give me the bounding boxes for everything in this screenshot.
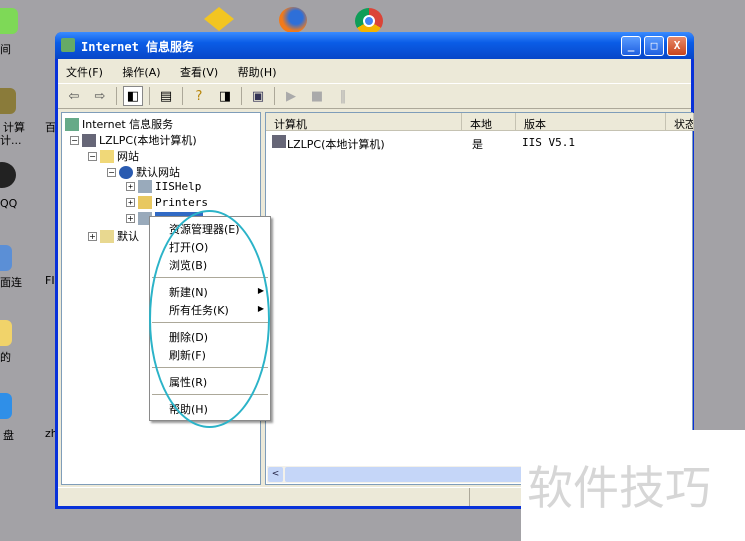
collapse-icon[interactable]: − — [88, 151, 97, 161]
app-icon[interactable] — [0, 8, 18, 34]
tree-item-iishelp[interactable]: + IISHelp — [126, 180, 201, 193]
tree-label: 默认 — [117, 230, 139, 243]
cell-computer: LZLPC(本地计算机) — [287, 138, 385, 151]
computer-icon — [82, 133, 96, 147]
column-header-version[interactable]: 版本 — [516, 113, 666, 131]
close-button[interactable]: X — [667, 36, 687, 56]
iis-icon — [65, 117, 79, 131]
toolbar-separator — [274, 87, 275, 105]
help-icon[interactable]: ? — [189, 86, 209, 106]
virtual-dir-icon — [138, 180, 152, 193]
toolbar-separator — [241, 87, 242, 105]
desktop-label: 计... — [0, 134, 22, 147]
expand-icon[interactable]: + — [126, 182, 135, 191]
action-pane-icon[interactable]: ◨ — [215, 86, 235, 106]
calculator-icon[interactable] — [0, 88, 16, 114]
watermark: 软件技巧 — [521, 430, 745, 541]
column-header-status[interactable]: 状态 — [666, 113, 694, 131]
folder-icon — [138, 196, 152, 209]
show-tree-icon[interactable]: ◧ — [123, 86, 143, 106]
desktop-label: 盘 — [3, 429, 14, 442]
menu-file[interactable]: 文件(F) — [66, 66, 103, 79]
back-icon[interactable]: ⇦ — [64, 86, 84, 106]
stop-icon[interactable]: ■ — [307, 86, 327, 106]
tree-label: 默认网站 — [136, 166, 180, 179]
tree-label: IISHelp — [155, 180, 202, 193]
tree-item-root[interactable]: Internet 信息服务 — [65, 116, 173, 132]
folder-icon — [100, 149, 114, 163]
computer-icon — [272, 135, 286, 148]
expand-icon[interactable]: + — [126, 214, 135, 223]
table-row[interactable]: LZLPC(本地计算机) 是 IIS V5.1 — [270, 134, 690, 151]
computer-icon[interactable]: ▣ — [248, 86, 268, 106]
chrome-icon[interactable] — [355, 8, 383, 34]
firefox-icon[interactable] — [279, 7, 307, 33]
pause-icon[interactable]: ‖ — [333, 86, 353, 106]
folder-icon[interactable] — [0, 320, 12, 346]
expand-icon[interactable]: + — [126, 198, 135, 207]
menu-action[interactable]: 操作(A) — [122, 66, 160, 79]
highlight-ellipse — [149, 210, 270, 428]
tree-label: 网站 — [117, 150, 139, 163]
desktop-label: 的 — [0, 351, 11, 364]
play-icon[interactable]: ▶ — [281, 86, 301, 106]
cell-version: IIS V5.1 — [522, 136, 575, 149]
tree-item-default-smtp[interactable]: + 默认 — [88, 228, 139, 244]
desktop-label: QQ — [0, 197, 18, 210]
menu-bar: 文件(F) 操作(A) 查看(V) 帮助(H) — [58, 60, 691, 82]
tree-label: LZLPC(本地计算机) — [99, 134, 197, 147]
qq-icon[interactable] — [0, 162, 16, 188]
desktop-label: 间 — [0, 43, 11, 56]
expand-icon[interactable]: + — [88, 231, 97, 241]
cloud-disk-icon[interactable] — [0, 393, 12, 419]
maximize-button[interactable]: □ — [644, 36, 664, 56]
collapse-icon[interactable]: − — [70, 135, 79, 145]
tree-label: Printers — [155, 196, 208, 209]
tree-item-computer[interactable]: − LZLPC(本地计算机) — [70, 132, 197, 148]
remote-desktop-icon[interactable] — [0, 245, 12, 271]
globe-icon — [119, 165, 133, 179]
export-list-icon[interactable]: ▤ — [156, 86, 176, 106]
collapse-icon[interactable]: − — [107, 167, 116, 177]
toolbar: ⇦ ⇨ ◧ ▤ ? ◨ ▣ ▶ ■ ‖ — [58, 83, 691, 109]
menu-help[interactable]: 帮助(H) — [238, 66, 277, 79]
scroll-left-icon[interactable]: < — [268, 467, 283, 482]
toolbar-separator — [116, 87, 117, 105]
menu-view[interactable]: 查看(V) — [180, 66, 218, 79]
title-bar[interactable]: Internet 信息服务 _ □ X — [55, 32, 694, 59]
cell-local: 是 — [472, 138, 483, 151]
column-header-local[interactable]: 本地 — [462, 113, 516, 131]
window-title: Internet 信息服务 — [81, 40, 195, 54]
smtp-icon — [100, 229, 114, 243]
status-divider — [469, 488, 470, 506]
tree-label: Internet 信息服务 — [82, 118, 174, 131]
toolbar-separator — [182, 87, 183, 105]
forward-icon[interactable]: ⇨ — [90, 86, 110, 106]
tree-item-default-site[interactable]: − 默认网站 — [107, 164, 180, 180]
tree-item-sites[interactable]: − 网站 — [88, 148, 139, 164]
iis-app-icon — [61, 38, 75, 52]
minimize-button[interactable]: _ — [621, 36, 641, 56]
ie-tester-icon[interactable] — [204, 7, 234, 31]
desktop-label: FI — [45, 274, 55, 287]
tree-item-printers[interactable]: + Printers — [126, 196, 208, 209]
desktop-label: 面连 — [0, 276, 22, 289]
column-header-computer[interactable]: 计算机 — [266, 113, 462, 131]
toolbar-separator — [149, 87, 150, 105]
